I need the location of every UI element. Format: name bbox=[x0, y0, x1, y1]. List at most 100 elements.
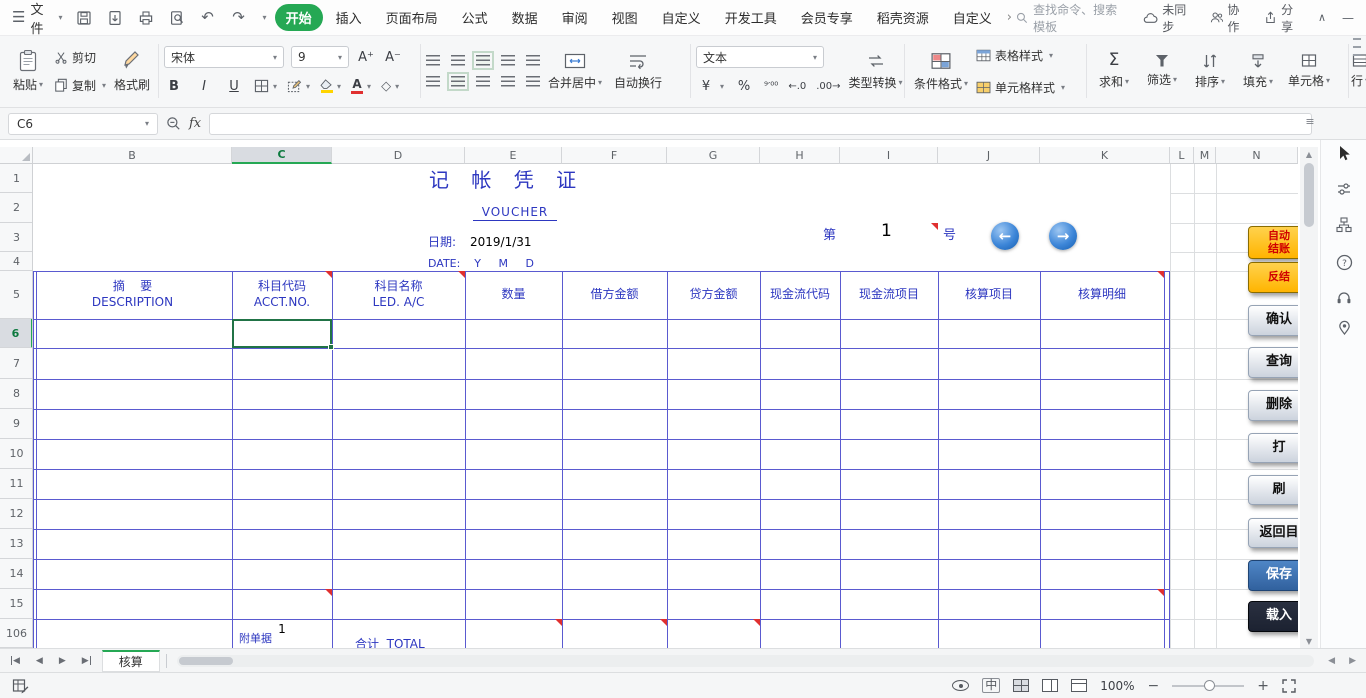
collapse-icon[interactable]: ∧ bbox=[1318, 12, 1326, 23]
org-chart-tool[interactable] bbox=[1335, 216, 1353, 234]
sort-button[interactable]: 排序▾ bbox=[1188, 40, 1232, 102]
voucher-header-cell-1[interactable]: 科目代码ACCT.NO. bbox=[232, 272, 332, 318]
type-convert-button[interactable]: 类型转换▾ bbox=[845, 40, 907, 102]
voucher-header-cell-0[interactable]: 摘 要DESCRIPTION bbox=[33, 272, 232, 318]
normal-view-button[interactable] bbox=[1013, 679, 1029, 692]
borders-button[interactable]: ▾ bbox=[254, 79, 277, 93]
row-header-106[interactable]: 106 bbox=[0, 619, 33, 648]
align-left-button[interactable] bbox=[426, 76, 440, 87]
query-button[interactable]: 查询 bbox=[1248, 347, 1298, 378]
row-header-8[interactable]: 8 bbox=[0, 379, 33, 409]
vertical-scrollbar-thumb[interactable] bbox=[1304, 163, 1314, 227]
redo-button[interactable]: ↷ bbox=[230, 9, 248, 27]
menu-tab-9[interactable]: 会员专享 bbox=[790, 4, 864, 31]
prev-voucher-button[interactable]: ← bbox=[991, 222, 1019, 250]
prev-sheet-button[interactable]: ◀ bbox=[31, 656, 48, 666]
auto-settle-button[interactable]: 自动 结账 bbox=[1248, 226, 1298, 259]
row-header-6[interactable]: 6 bbox=[0, 319, 33, 348]
page-layout-view-button[interactable] bbox=[1071, 679, 1087, 692]
row-header-9[interactable]: 9 bbox=[0, 409, 33, 439]
column-header-J[interactable]: J bbox=[938, 147, 1040, 164]
edit-mode-icon[interactable] bbox=[12, 678, 29, 694]
next-sheet-button[interactable]: ▶ bbox=[54, 656, 71, 666]
font-color-button[interactable]: A▾ bbox=[351, 78, 371, 94]
align-bottom-button[interactable] bbox=[476, 55, 490, 66]
menu-tab-0[interactable]: 开始 bbox=[275, 4, 323, 31]
refresh-button[interactable]: 刷 bbox=[1248, 475, 1298, 505]
save-voucher-button[interactable]: 保存 bbox=[1248, 560, 1298, 591]
row-header-7[interactable]: 7 bbox=[0, 348, 33, 379]
menu-tab-8[interactable]: 开发工具 bbox=[714, 4, 788, 31]
cell-style-button[interactable]: 单元格样式▾ bbox=[976, 76, 1065, 98]
first-sheet-button[interactable]: ◀ bbox=[6, 656, 25, 666]
name-box[interactable]: C6 ▾ bbox=[8, 113, 158, 135]
row-header-12[interactable]: 12 bbox=[0, 499, 33, 529]
vertical-scrollbar[interactable]: ▲ ▼ bbox=[1300, 147, 1318, 648]
ribbon-overflow[interactable] bbox=[1353, 38, 1361, 104]
zoom-out-button[interactable]: − bbox=[1148, 679, 1160, 693]
magnifier-icon[interactable] bbox=[166, 116, 181, 131]
file-menu[interactable]: ☰ 文件 ▾ bbox=[0, 0, 75, 37]
share-button[interactable]: 分享 bbox=[1264, 1, 1302, 35]
currency-button[interactable]: ¥▾ bbox=[696, 76, 724, 96]
justify-button[interactable] bbox=[501, 76, 515, 87]
location-tool[interactable] bbox=[1335, 318, 1353, 336]
row-header-15[interactable]: 15 bbox=[0, 589, 33, 619]
column-header-B[interactable]: B bbox=[33, 147, 232, 164]
copy-button[interactable]: 复制▾ bbox=[54, 74, 106, 96]
distribute-button[interactable] bbox=[526, 76, 540, 87]
service-tool[interactable] bbox=[1335, 288, 1353, 306]
voucher-header-cell-9[interactable]: 核算明细 bbox=[1040, 272, 1164, 318]
menu-tab-2[interactable]: 页面布局 bbox=[375, 4, 449, 31]
increase-font-button[interactable]: A⁺ bbox=[356, 47, 376, 67]
column-header-F[interactable]: F bbox=[562, 147, 667, 164]
cut-button[interactable]: 剪切 bbox=[54, 46, 106, 68]
fill-color-button[interactable]: ▾ bbox=[320, 79, 341, 93]
load-voucher-button[interactable]: 载入 bbox=[1248, 601, 1298, 632]
row-header-11[interactable]: 11 bbox=[0, 469, 33, 499]
scroll-right-icon[interactable]: ▶ bbox=[1345, 656, 1360, 666]
table-style-button[interactable]: 表格样式▾ bbox=[976, 44, 1065, 66]
next-voucher-button[interactable]: → bbox=[1049, 222, 1077, 250]
row-header-3[interactable]: 3 bbox=[0, 223, 33, 252]
scroll-down-icon[interactable]: ▼ bbox=[1300, 634, 1318, 648]
column-header-L[interactable]: L bbox=[1170, 147, 1194, 164]
sync-status[interactable]: 未同步 bbox=[1143, 1, 1193, 35]
spreadsheet-grid[interactable]: 摘 要DESCRIPTION科目代码ACCT.NO.科目名称LED. A/C数量… bbox=[33, 164, 1298, 648]
underline-button[interactable]: U bbox=[224, 76, 244, 96]
cells-button[interactable]: 单元格▾ bbox=[1284, 40, 1334, 102]
row-header-1[interactable]: 1 bbox=[0, 164, 33, 193]
select-all-corner[interactable] bbox=[0, 147, 33, 164]
page-break-view-button[interactable] bbox=[1042, 679, 1058, 692]
tabs-overflow-icon[interactable]: › bbox=[1003, 10, 1016, 25]
save-button[interactable] bbox=[75, 9, 93, 27]
menu-tab-1[interactable]: 插入 bbox=[325, 4, 373, 31]
export-button[interactable] bbox=[106, 9, 124, 27]
row-header-5[interactable]: 5 bbox=[0, 271, 33, 319]
delete-button[interactable]: 删除 bbox=[1248, 390, 1298, 421]
italic-button[interactable]: I bbox=[194, 76, 214, 96]
column-header-D[interactable]: D bbox=[332, 147, 465, 164]
print-voucher-button[interactable]: 打 bbox=[1248, 433, 1298, 463]
zoom-in-button[interactable]: + bbox=[1257, 679, 1269, 693]
zoom-slider-knob[interactable] bbox=[1204, 680, 1215, 691]
voucher-header-cell-8[interactable]: 核算项目 bbox=[938, 272, 1040, 318]
zoom-slider[interactable] bbox=[1172, 685, 1244, 687]
merge-center-button[interactable]: 合并居中▾ bbox=[544, 40, 606, 102]
ribbon-collapse-icon[interactable]: ≡ bbox=[1302, 112, 1318, 130]
menu-tab-6[interactable]: 视图 bbox=[601, 4, 649, 31]
voucher-header-cell-6[interactable]: 现金流代码 bbox=[760, 272, 840, 318]
font-name-select[interactable]: 宋体▾ bbox=[164, 46, 284, 68]
voucher-header-cell-4[interactable]: 借方金额 bbox=[562, 272, 667, 318]
menu-tab-7[interactable]: 自定义 bbox=[651, 4, 712, 31]
column-header-K[interactable]: K bbox=[1040, 147, 1170, 164]
undo-button[interactable]: ↶ bbox=[199, 9, 217, 27]
align-top-button[interactable] bbox=[426, 55, 440, 66]
zoom-level[interactable]: 100% bbox=[1100, 679, 1134, 693]
sheet-tab-active[interactable]: 核算 bbox=[102, 650, 160, 672]
fill-button[interactable]: 填充▾ bbox=[1236, 40, 1280, 102]
voucher-header-cell-2[interactable]: 科目名称LED. A/C bbox=[332, 272, 465, 318]
print-button[interactable] bbox=[137, 9, 155, 27]
menu-tab-5[interactable]: 审阅 bbox=[551, 4, 599, 31]
increase-indent-button[interactable] bbox=[526, 55, 540, 66]
